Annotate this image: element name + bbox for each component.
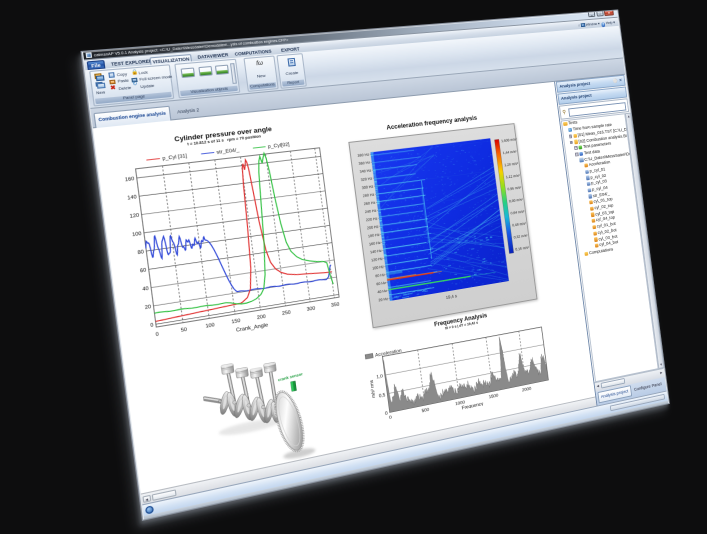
svg-text:180 Hz: 180 Hz (368, 233, 380, 239)
svg-text:350: 350 (331, 302, 340, 309)
svg-text:1,44 m/s²: 1,44 m/s² (503, 149, 518, 155)
svg-text:p_Cyl [31]: p_Cyl [31] (162, 154, 188, 162)
svg-text:1,12 m/s²: 1,12 m/s² (506, 173, 521, 179)
svg-text:120 Hz: 120 Hz (371, 257, 383, 263)
svg-text:0,96 m/s²: 0,96 m/s² (507, 185, 522, 191)
svg-text:m/s² rms: m/s² rms (369, 380, 377, 399)
svg-text:100: 100 (132, 232, 142, 239)
svg-text:40: 40 (142, 287, 149, 293)
svg-text:0: 0 (384, 411, 387, 417)
svg-text:0,80 m/s²: 0,80 m/s² (509, 197, 524, 203)
svg-text:str_E04/_: str_E04/_ (216, 148, 240, 156)
svg-text:0,64 m/s²: 0,64 m/s² (510, 209, 525, 215)
svg-text:300 Hz: 300 Hz (362, 184, 374, 190)
svg-text:0,48 m/s²: 0,48 m/s² (512, 221, 527, 227)
svg-text:300: 300 (307, 306, 316, 313)
svg-text:0,16 m/s²: 0,16 m/s² (515, 245, 530, 251)
svg-text:80: 80 (137, 250, 144, 256)
svg-text:500: 500 (421, 408, 429, 415)
svg-text:140: 140 (127, 195, 137, 202)
svg-text:140 Hz: 140 Hz (370, 249, 382, 255)
svg-text:360 Hz: 360 Hz (358, 160, 370, 166)
svg-text:1,28 m/s²: 1,28 m/s² (504, 161, 519, 167)
svg-text:280 Hz: 280 Hz (363, 192, 375, 198)
svg-text:20: 20 (145, 305, 152, 312)
svg-text:0: 0 (155, 332, 159, 338)
svg-text:1,600 m/s²: 1,600 m/s² (501, 137, 518, 143)
svg-text:260 Hz: 260 Hz (364, 200, 376, 206)
svg-text:1500: 1500 (488, 394, 498, 401)
svg-text:19,4 s: 19,4 s (446, 294, 458, 301)
svg-text:20 Hz: 20 Hz (378, 297, 388, 303)
svg-text:1,0: 1,0 (376, 374, 383, 380)
svg-text:60 Hz: 60 Hz (376, 281, 386, 287)
svg-text:120: 120 (129, 213, 139, 220)
svg-text:0,5: 0,5 (378, 393, 385, 399)
svg-text:80 Hz: 80 Hz (375, 273, 385, 279)
svg-text:160 Hz: 160 Hz (369, 241, 381, 247)
svg-text:40 Hz: 40 Hz (377, 289, 387, 295)
svg-text:100 Hz: 100 Hz (372, 265, 384, 271)
svg-text:340 Hz: 340 Hz (359, 168, 371, 174)
svg-text:160: 160 (125, 177, 135, 184)
svg-text:100: 100 (205, 323, 215, 330)
svg-text:320 Hz: 320 Hz (361, 176, 373, 182)
svg-text:200 Hz: 200 Hz (367, 224, 379, 230)
svg-text:50: 50 (181, 328, 188, 335)
svg-text:2000: 2000 (521, 387, 531, 394)
svg-text:Crank_Angle: Crank_Angle (236, 323, 269, 334)
svg-text:220 Hz: 220 Hz (366, 216, 378, 222)
svg-text:200: 200 (257, 315, 266, 322)
svg-text:380 Hz: 380 Hz (357, 152, 369, 158)
svg-text:240 Hz: 240 Hz (365, 208, 377, 214)
svg-text:crank sensor: crank sensor (278, 372, 304, 383)
svg-text:0: 0 (389, 416, 392, 422)
svg-text:p_Cyl[02]: p_Cyl[02] (268, 143, 291, 151)
svg-text:0: 0 (150, 323, 154, 329)
svg-text:250: 250 (282, 310, 291, 317)
svg-text:0,32 m/s²: 0,32 m/s² (514, 233, 529, 239)
svg-text:150: 150 (231, 319, 241, 326)
svg-text:60: 60 (140, 268, 147, 274)
